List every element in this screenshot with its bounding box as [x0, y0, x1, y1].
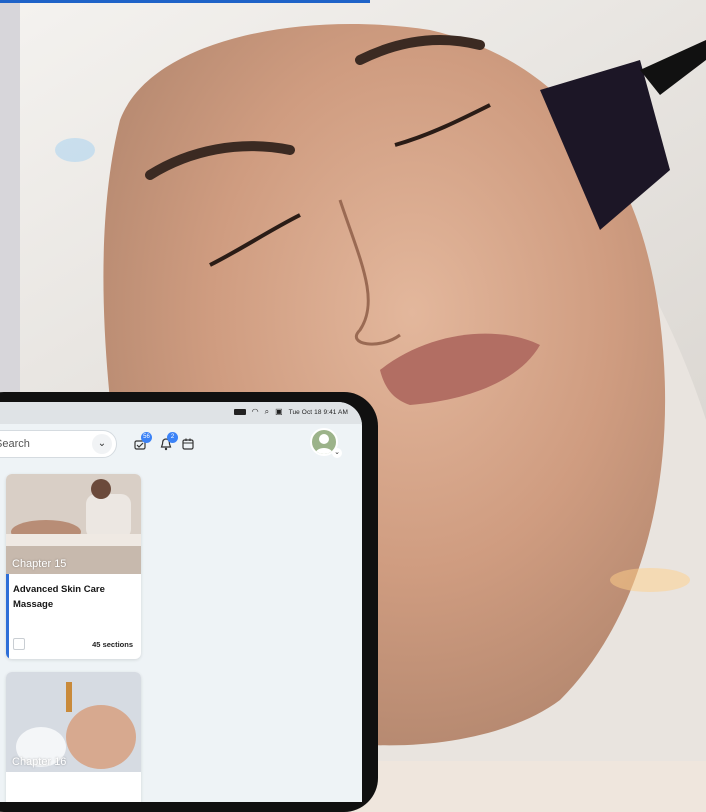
- control-center-icon: ▣: [275, 407, 283, 416]
- chapter-label: Chapter 15: [12, 558, 67, 570]
- calendar-icon[interactable]: [181, 437, 195, 451]
- course-thumbnail: Chapter 16: [6, 672, 141, 772]
- tablet-screen: ◠ ⌕ ▣ Tue Oct 18 9:41 AM Search ⌄ 56 2 ⌄: [0, 402, 362, 802]
- card-accent-bar: [6, 574, 9, 659]
- status-time: Tue Oct 18 9:41 AM: [288, 408, 348, 416]
- course-thumbnail: Chapter 15: [6, 474, 141, 574]
- top-accent-strip: [0, 0, 370, 3]
- course-card[interactable]: Chapter 16: [6, 672, 141, 802]
- avatar-caret-icon[interactable]: ⌄: [332, 448, 342, 458]
- battery-icon: [233, 409, 246, 415]
- chapter-label: Chapter 16: [12, 756, 67, 768]
- sections-count: 45 sections: [92, 640, 133, 649]
- tasks-badge: 56: [141, 432, 152, 443]
- search-text: Search: [0, 438, 30, 450]
- completion-checkbox[interactable]: [13, 638, 25, 650]
- course-card[interactable]: Chapter 15 Advanced Skin Care Massage 45…: [6, 474, 141, 659]
- course-title: Advanced Skin Care Massage: [13, 584, 105, 610]
- chevron-down-icon[interactable]: ⌄: [92, 434, 112, 454]
- wifi-icon: ◠: [251, 407, 259, 416]
- status-bar: ◠ ⌕ ▣ Tue Oct 18 9:41 AM: [0, 402, 362, 424]
- search-input[interactable]: Search ⌄: [0, 430, 117, 458]
- notifications-badge: 2: [167, 432, 178, 443]
- search-icon: ⌕: [264, 407, 270, 416]
